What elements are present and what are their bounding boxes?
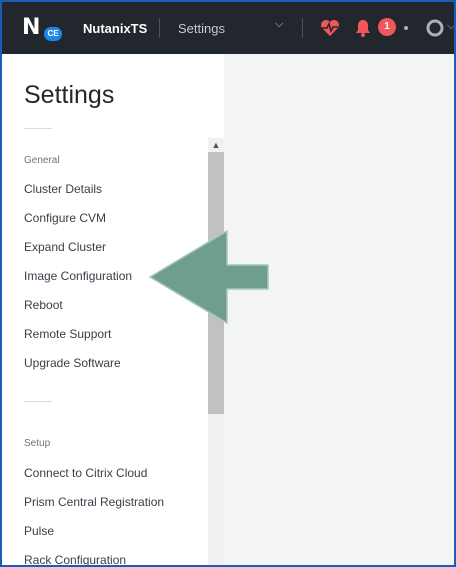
section-title-setup: Setup xyxy=(24,438,51,449)
annotation-arrow xyxy=(149,230,269,324)
scroll-up-arrow-icon[interactable]: ▲ xyxy=(208,138,224,152)
section-divider xyxy=(24,401,52,402)
top-navigation-bar: N CE NutanixTS Settings ⌵ 1 ⌵ xyxy=(2,2,454,54)
app-window: N CE NutanixTS Settings ⌵ 1 ⌵ Settings G… xyxy=(2,2,454,565)
page-title: Settings xyxy=(24,81,115,109)
topbar-divider xyxy=(302,18,303,38)
health-heart-icon[interactable] xyxy=(319,18,341,38)
bell-icon[interactable] xyxy=(354,18,372,38)
nav-item-prism-central-registration[interactable]: Prism Central Registration xyxy=(24,495,164,509)
nav-item-expand-cluster[interactable]: Expand Cluster xyxy=(24,240,106,254)
nav-item-pulse[interactable]: Pulse xyxy=(24,524,54,538)
nav-item-image-configuration[interactable]: Image Configuration xyxy=(24,269,132,283)
logo-ce-badge: CE xyxy=(44,27,62,41)
chevron-down-icon[interactable]: ⌵ xyxy=(447,20,454,33)
menu-dot xyxy=(404,26,408,30)
nav-item-reboot[interactable]: Reboot xyxy=(24,298,63,312)
topbar-divider xyxy=(159,18,160,38)
logo-letter: N xyxy=(22,15,41,40)
nutanix-logo[interactable]: N CE xyxy=(22,15,62,41)
chevron-down-icon[interactable]: ⌵ xyxy=(275,18,283,31)
section-title-general: General xyxy=(24,155,60,166)
nav-item-remote-support[interactable]: Remote Support xyxy=(24,327,111,341)
cluster-name[interactable]: NutanixTS xyxy=(83,21,147,36)
nav-item-upgrade-software[interactable]: Upgrade Software xyxy=(24,356,121,370)
nav-item-configure-cvm[interactable]: Configure CVM xyxy=(24,211,106,225)
alerts-count-badge[interactable]: 1 xyxy=(378,18,396,36)
section-divider xyxy=(24,128,52,129)
nav-item-cluster-details[interactable]: Cluster Details xyxy=(24,182,102,196)
nav-item-connect-citrix-cloud[interactable]: Connect to Citrix Cloud xyxy=(24,466,147,480)
user-icon[interactable] xyxy=(426,19,444,37)
page-menu-label[interactable]: Settings xyxy=(178,21,225,36)
nav-item-rack-configuration[interactable]: Rack Configuration xyxy=(24,553,126,565)
